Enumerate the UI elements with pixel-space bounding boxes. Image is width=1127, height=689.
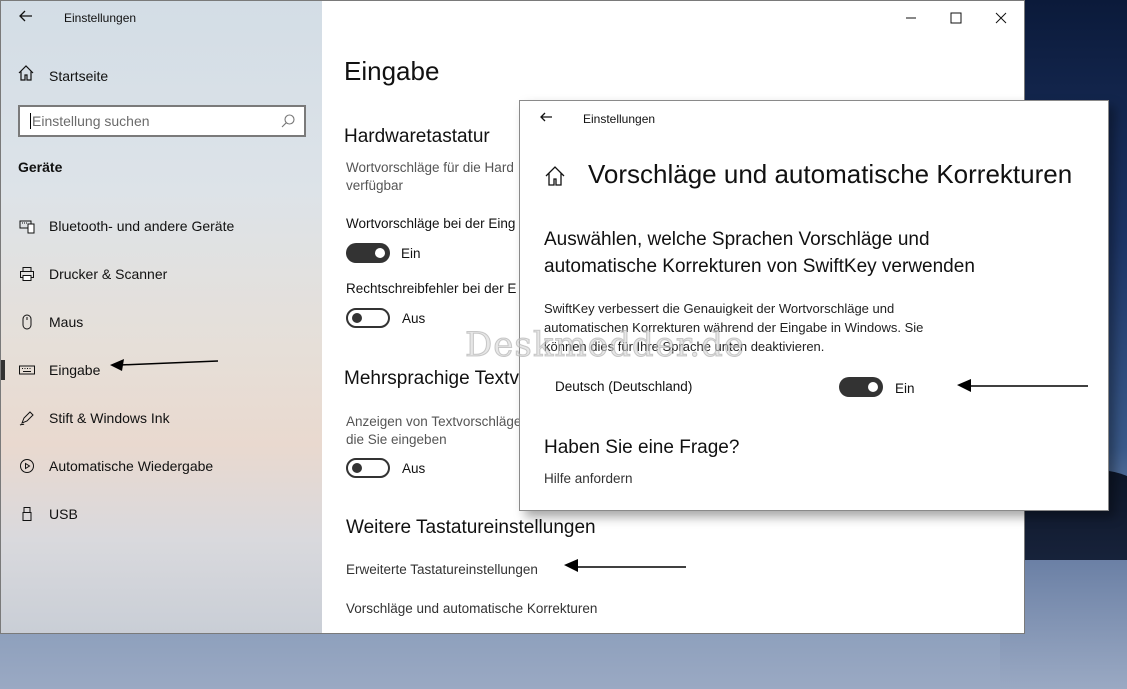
home-icon[interactable] <box>544 165 566 187</box>
printer-icon <box>19 266 35 282</box>
hardware-desc-line: verfügbar <box>346 178 404 193</box>
desc-line: SwiftKey verbessert die Genauigkeit der … <box>544 301 895 316</box>
annotation-arrow <box>110 359 219 371</box>
sidebar-item-printers[interactable]: Drucker & Scanner <box>1 254 322 294</box>
text-caret <box>30 113 31 129</box>
language-label: Deutsch (Deutschland) <box>555 379 693 394</box>
annotation-arrow <box>564 559 686 572</box>
watermark: Deskmodder.de <box>464 325 746 366</box>
window-title: Einstellungen <box>64 11 137 25</box>
more-keyboard-heading: Weitere Tastatureinstellungen <box>346 517 596 538</box>
sidebar-item-pen[interactable]: Stift & Windows Ink <box>1 398 322 438</box>
search-input[interactable]: Einstellung suchen <box>18 105 306 137</box>
hardware-autocorrect-toggle[interactable] <box>346 308 390 328</box>
sidebar-item-label: Eingabe <box>49 362 101 378</box>
toggle-state: Ein <box>401 246 421 261</box>
bluetooth-devices-icon <box>19 218 35 234</box>
sidebar-item-label: Drucker & Scanner <box>49 266 168 282</box>
sidebar: Einstellungen Startseite Einstellung suc… <box>1 1 322 633</box>
multilingual-suggestions-toggle[interactable] <box>346 458 390 478</box>
search-icon[interactable] <box>280 113 296 134</box>
swiftkey-heading: Auswählen, welche Sprachen Vorschläge un… <box>544 226 1064 280</box>
search-placeholder: Einstellung suchen <box>32 113 150 129</box>
home-label: Startseite <box>49 67 109 84</box>
heading-line: Auswählen, welche Sprachen Vorschläge un… <box>544 229 930 250</box>
back-arrow-icon[interactable] <box>538 109 554 130</box>
suggestions-autocorrect-link[interactable]: Vorschläge und automatische Korrekturen <box>346 601 597 616</box>
pen-icon <box>19 410 35 426</box>
usb-icon <box>19 506 35 522</box>
page-title: Vorschläge und automatische Korrekturen <box>588 159 1073 189</box>
toggle-state: Aus <box>402 461 426 476</box>
suggestions-window: Einstellungen Vorschläge und automatisch… <box>519 100 1109 511</box>
window-title: Einstellungen <box>583 112 656 126</box>
section-title: Geräte <box>18 159 63 175</box>
sidebar-item-label: Stift & Windows Ink <box>49 410 170 426</box>
sidebar-item-label: USB <box>49 506 78 522</box>
heading-line: automatische Korrekturen von SwiftKey ve… <box>544 256 975 277</box>
multilingual-desc-line: die Sie eingeben <box>346 432 447 447</box>
toggle-state: Ein <box>895 381 915 396</box>
hardware-autocorrect-label: Rechtschreibfehler bei der E <box>346 281 517 296</box>
help-link[interactable]: Hilfe anfordern <box>544 471 633 486</box>
multilingual-desc-line: Anzeigen von Textvorschläge <box>346 414 522 429</box>
swiftkey-deutsch-toggle[interactable] <box>839 377 883 397</box>
toggle-state: Aus <box>402 311 426 326</box>
sidebar-item-mouse[interactable]: Maus <box>1 302 322 342</box>
autoplay-icon <box>19 458 35 474</box>
multilingual-description: Anzeigen von Textvorschläge die Sie eing… <box>346 413 536 449</box>
page-title: Eingabe <box>344 56 440 86</box>
back-arrow-icon[interactable] <box>17 7 35 25</box>
question-heading: Haben Sie eine Frage? <box>544 437 740 458</box>
hardware-description: Wortvorschläge für die Hard verfügbar <box>346 159 536 195</box>
advanced-keyboard-settings-link[interactable]: Erweiterte Tastatureinstellungen <box>346 562 538 577</box>
home-link[interactable]: Startseite <box>17 64 108 87</box>
annotation-arrow <box>957 379 1088 392</box>
hardware-word-suggestions-label: Wortvorschläge bei der Eing <box>346 216 516 231</box>
sidebar-item-label: Maus <box>49 314 84 330</box>
minimize-button[interactable] <box>901 9 921 27</box>
sidebar-item-bluetooth[interactable]: Bluetooth- und andere Geräte <box>1 206 322 246</box>
home-icon <box>17 64 35 87</box>
multilingual-heading: Mehrsprachige Textv <box>344 368 519 389</box>
close-button[interactable] <box>991 9 1011 27</box>
sidebar-item-autoplay[interactable]: Automatische Wiedergabe <box>1 446 322 486</box>
mouse-icon <box>19 314 35 330</box>
hardware-word-suggestions-toggle[interactable] <box>346 243 390 263</box>
hardware-heading: Hardwaretastatur <box>344 126 490 147</box>
sidebar-item-label: Bluetooth- und andere Geräte <box>49 218 235 234</box>
maximize-button[interactable] <box>946 9 966 27</box>
keyboard-icon <box>19 362 35 378</box>
hardware-desc-line: Wortvorschläge für die Hard <box>346 160 514 175</box>
sidebar-item-usb[interactable]: USB <box>1 494 322 534</box>
sidebar-item-label: Automatische Wiedergabe <box>49 458 214 474</box>
